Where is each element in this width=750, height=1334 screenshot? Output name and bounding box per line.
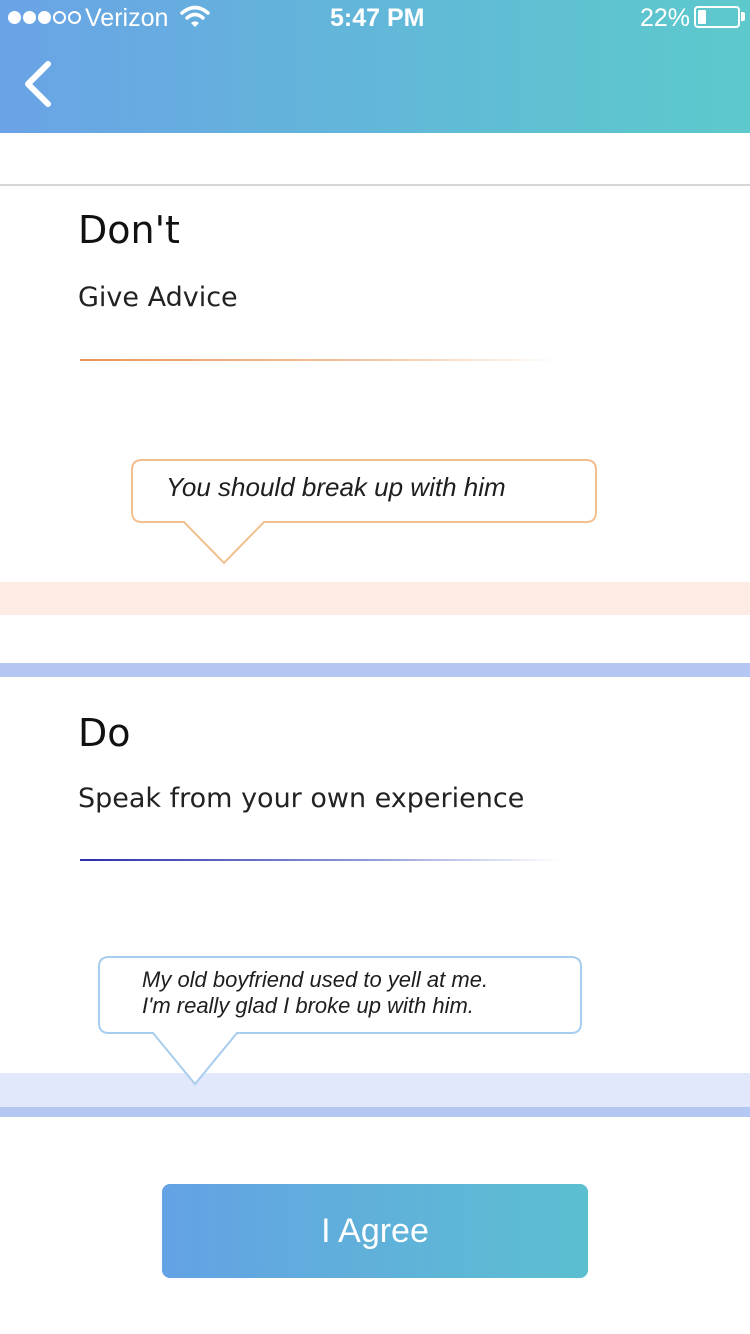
header-bar: Verizon 5:47 PM 22% bbox=[0, 0, 750, 133]
chevron-left-icon bbox=[25, 61, 51, 107]
signal-dot bbox=[38, 11, 51, 24]
signal-dot bbox=[8, 11, 21, 24]
dont-footer-band bbox=[0, 582, 750, 615]
do-card: Do Speak from your own experience My old… bbox=[0, 663, 750, 1117]
do-subtitle: Speak from your own experience bbox=[78, 783, 525, 814]
do-bubble-text: My old boyfriend used to yell at me. I'm… bbox=[142, 967, 489, 1018]
status-bar: Verizon 5:47 PM 22% bbox=[0, 0, 750, 40]
signal-strength-icon bbox=[8, 11, 81, 24]
back-button[interactable] bbox=[18, 58, 62, 110]
agree-button[interactable]: I Agree bbox=[162, 1184, 588, 1278]
dont-speech-bubble: You should break up with him bbox=[130, 458, 600, 568]
status-time: 5:47 PM bbox=[330, 4, 425, 32]
do-speech-bubble: My old boyfriend used to yell at me. I'm… bbox=[97, 955, 585, 1090]
dont-title: Don't bbox=[78, 208, 180, 252]
dont-card: Don't Give Advice You should break up wi… bbox=[0, 184, 750, 615]
signal-dot bbox=[68, 11, 81, 24]
do-title: Do bbox=[78, 711, 131, 755]
signal-dot bbox=[23, 11, 36, 24]
battery-icon bbox=[694, 6, 740, 28]
dont-subtitle: Give Advice bbox=[78, 282, 238, 313]
signal-dot bbox=[53, 11, 66, 24]
carrier-name: Verizon bbox=[85, 4, 169, 32]
battery-tip bbox=[741, 12, 745, 21]
wifi-icon bbox=[180, 4, 210, 37]
do-divider bbox=[80, 859, 560, 861]
battery-level-fill bbox=[698, 10, 706, 24]
dont-bubble-text: You should break up with him bbox=[166, 472, 506, 502]
dont-divider bbox=[80, 359, 560, 361]
battery-percentage: 22% bbox=[640, 4, 691, 32]
